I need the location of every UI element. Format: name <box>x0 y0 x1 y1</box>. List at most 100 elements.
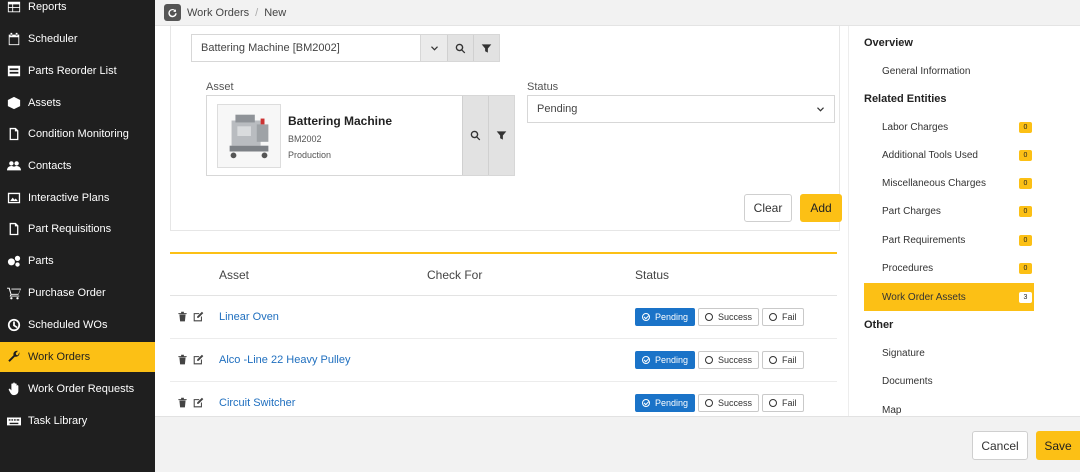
column-header-check-for: Check For <box>427 268 483 282</box>
table-icon <box>7 0 21 14</box>
status-success-button[interactable]: Success <box>698 308 760 326</box>
nav-part-charges[interactable]: Part Charges 0 <box>864 197 1034 225</box>
sidebar-item-label: Work Order Requests <box>28 383 135 395</box>
save-button[interactable]: Save <box>1036 431 1080 460</box>
sidebar-item-condition-monitoring[interactable]: Condition Monitoring <box>0 119 155 149</box>
clear-button[interactable]: Clear <box>744 194 792 222</box>
filter-icon[interactable] <box>473 35 499 61</box>
sidebar-item-label: Assets <box>28 97 62 109</box>
cart-icon <box>7 286 21 300</box>
sidebar-item-work-order-requests[interactable]: Work Order Requests <box>0 374 155 404</box>
users-icon <box>7 159 21 173</box>
status-fail-button[interactable]: Fail <box>762 308 804 326</box>
column-header-asset: Asset <box>219 268 250 282</box>
sidebar-item-parts[interactable]: Parts <box>0 246 155 276</box>
status-fail-button[interactable]: Fail <box>762 351 804 369</box>
cancel-button[interactable]: Cancel <box>972 431 1028 460</box>
add-button[interactable]: Add <box>800 194 842 222</box>
asset-link[interactable]: Circuit Switcher <box>219 397 295 409</box>
sidebar-item-label: Purchase Order <box>28 287 106 299</box>
search-icon[interactable] <box>462 96 488 175</box>
sidebar-item-scheduler[interactable]: Scheduler <box>0 24 155 54</box>
count-badge: 0 <box>1019 205 1032 217</box>
sidebar-item-label: Parts Reorder List <box>28 65 117 77</box>
breadcrumb-new: New <box>264 6 287 19</box>
right-panel: Overview General Information Related Ent… <box>848 26 1080 416</box>
sidebar-item-work-orders[interactable]: Work Orders <box>0 342 155 372</box>
nav-additional-tools-used[interactable]: Additional Tools Used 0 <box>864 141 1034 169</box>
sidebar-item-task-library[interactable]: Task Library <box>0 406 155 436</box>
image-icon <box>7 191 21 205</box>
breadcrumb-separator: / <box>255 6 259 19</box>
asset-name: Battering Machine <box>288 114 393 128</box>
sidebar-item-label: Part Requisitions <box>28 223 112 235</box>
status-success-button[interactable]: Success <box>698 394 760 412</box>
edit-icon[interactable] <box>193 397 204 408</box>
status-select[interactable]: Pending <box>527 95 835 123</box>
status-pending-button[interactable]: Pending <box>635 351 696 369</box>
count-badge: 0 <box>1019 234 1032 246</box>
status-fail-button[interactable]: Fail <box>762 394 804 412</box>
search-icon[interactable] <box>447 35 473 61</box>
cube-icon <box>7 96 21 110</box>
sidebar-item-label: Parts <box>28 255 54 267</box>
refresh-icon[interactable] <box>164 4 181 21</box>
count-badge: 0 <box>1019 149 1032 161</box>
document-icon <box>7 222 21 236</box>
asset-image <box>217 104 281 168</box>
asset-link[interactable]: Linear Oven <box>219 311 279 323</box>
wrench-icon <box>7 350 21 364</box>
chevron-down-icon[interactable] <box>807 96 834 122</box>
nav-procedures[interactable]: Procedures 0 <box>864 254 1034 282</box>
sidebar-item-label: Work Orders <box>28 351 91 363</box>
asset-card: Battering Machine BM2002 Production <box>206 95 515 176</box>
add-asset-form: Battering Machine [BM2002] Asset Status … <box>170 26 842 231</box>
table-row: Circuit Switcher Pending Success Fail <box>170 382 837 416</box>
trash-icon[interactable] <box>177 397 188 408</box>
asset-link[interactable]: Alco -Line 22 Heavy Pulley <box>219 354 350 366</box>
related-entities-heading: Related Entities <box>864 93 947 105</box>
sidebar-item-label: Condition Monitoring <box>28 128 129 140</box>
status-pending-button[interactable]: Pending <box>635 394 696 412</box>
sidebar-item-purchase-order[interactable]: Purchase Order <box>0 278 155 308</box>
sidebar-item-parts-reorder-list[interactable]: Parts Reorder List <box>0 56 155 86</box>
asset-select[interactable]: Battering Machine [BM2002] <box>191 34 500 62</box>
trash-icon[interactable] <box>177 354 188 365</box>
sidebar-item-label: Task Library <box>28 415 88 427</box>
status-select-value: Pending <box>537 103 578 115</box>
nav-work-order-assets[interactable]: Work Order Assets 3 <box>864 283 1034 311</box>
overview-heading: Overview <box>864 37 913 49</box>
nav-map[interactable]: Map <box>864 396 1034 416</box>
sidebar-item-label: Interactive Plans <box>28 192 110 204</box>
status-success-button[interactable]: Success <box>698 351 760 369</box>
nav-documents[interactable]: Documents <box>864 367 1034 395</box>
sidebar-item-scheduled-wos[interactable]: Scheduled WOs <box>0 310 155 340</box>
nav-signature[interactable]: Signature <box>864 339 1034 367</box>
edit-icon[interactable] <box>193 311 204 322</box>
sidebar-item-part-requisitions[interactable]: Part Requisitions <box>0 214 155 244</box>
asset-department: Production <box>288 150 332 160</box>
chevron-down-icon[interactable] <box>420 35 447 61</box>
list-icon <box>7 64 21 78</box>
sidebar-item-label: Contacts <box>28 160 72 172</box>
sidebar-item-assets[interactable]: Assets <box>0 88 155 118</box>
asset-label: Asset <box>206 81 234 93</box>
count-badge: 0 <box>1019 262 1032 274</box>
edit-icon[interactable] <box>193 354 204 365</box>
nav-part-requirements[interactable]: Part Requirements 0 <box>864 226 1034 254</box>
nav-labor-charges[interactable]: Labor Charges 0 <box>864 113 1034 141</box>
sidebar-item-contacts[interactable]: Contacts <box>0 151 155 181</box>
status-pending-button[interactable]: Pending <box>635 308 696 326</box>
nav-general-information[interactable]: General Information <box>864 57 1034 85</box>
nav-miscellaneous-charges[interactable]: Miscellaneous Charges 0 <box>864 169 1034 197</box>
count-badge: 0 <box>1019 177 1032 189</box>
breadcrumb-bar: Work Orders / New <box>155 0 1080 26</box>
sidebar-item-reports[interactable]: Reports <box>0 0 155 22</box>
gears-icon <box>7 254 21 268</box>
column-header-status: Status <box>635 268 670 282</box>
sidebar-item-interactive-plans[interactable]: Interactive Plans <box>0 183 155 213</box>
filter-icon[interactable] <box>488 96 514 175</box>
breadcrumb-work-orders[interactable]: Work Orders <box>187 7 249 19</box>
asset-code: BM2002 <box>288 134 322 144</box>
trash-icon[interactable] <box>177 311 188 322</box>
